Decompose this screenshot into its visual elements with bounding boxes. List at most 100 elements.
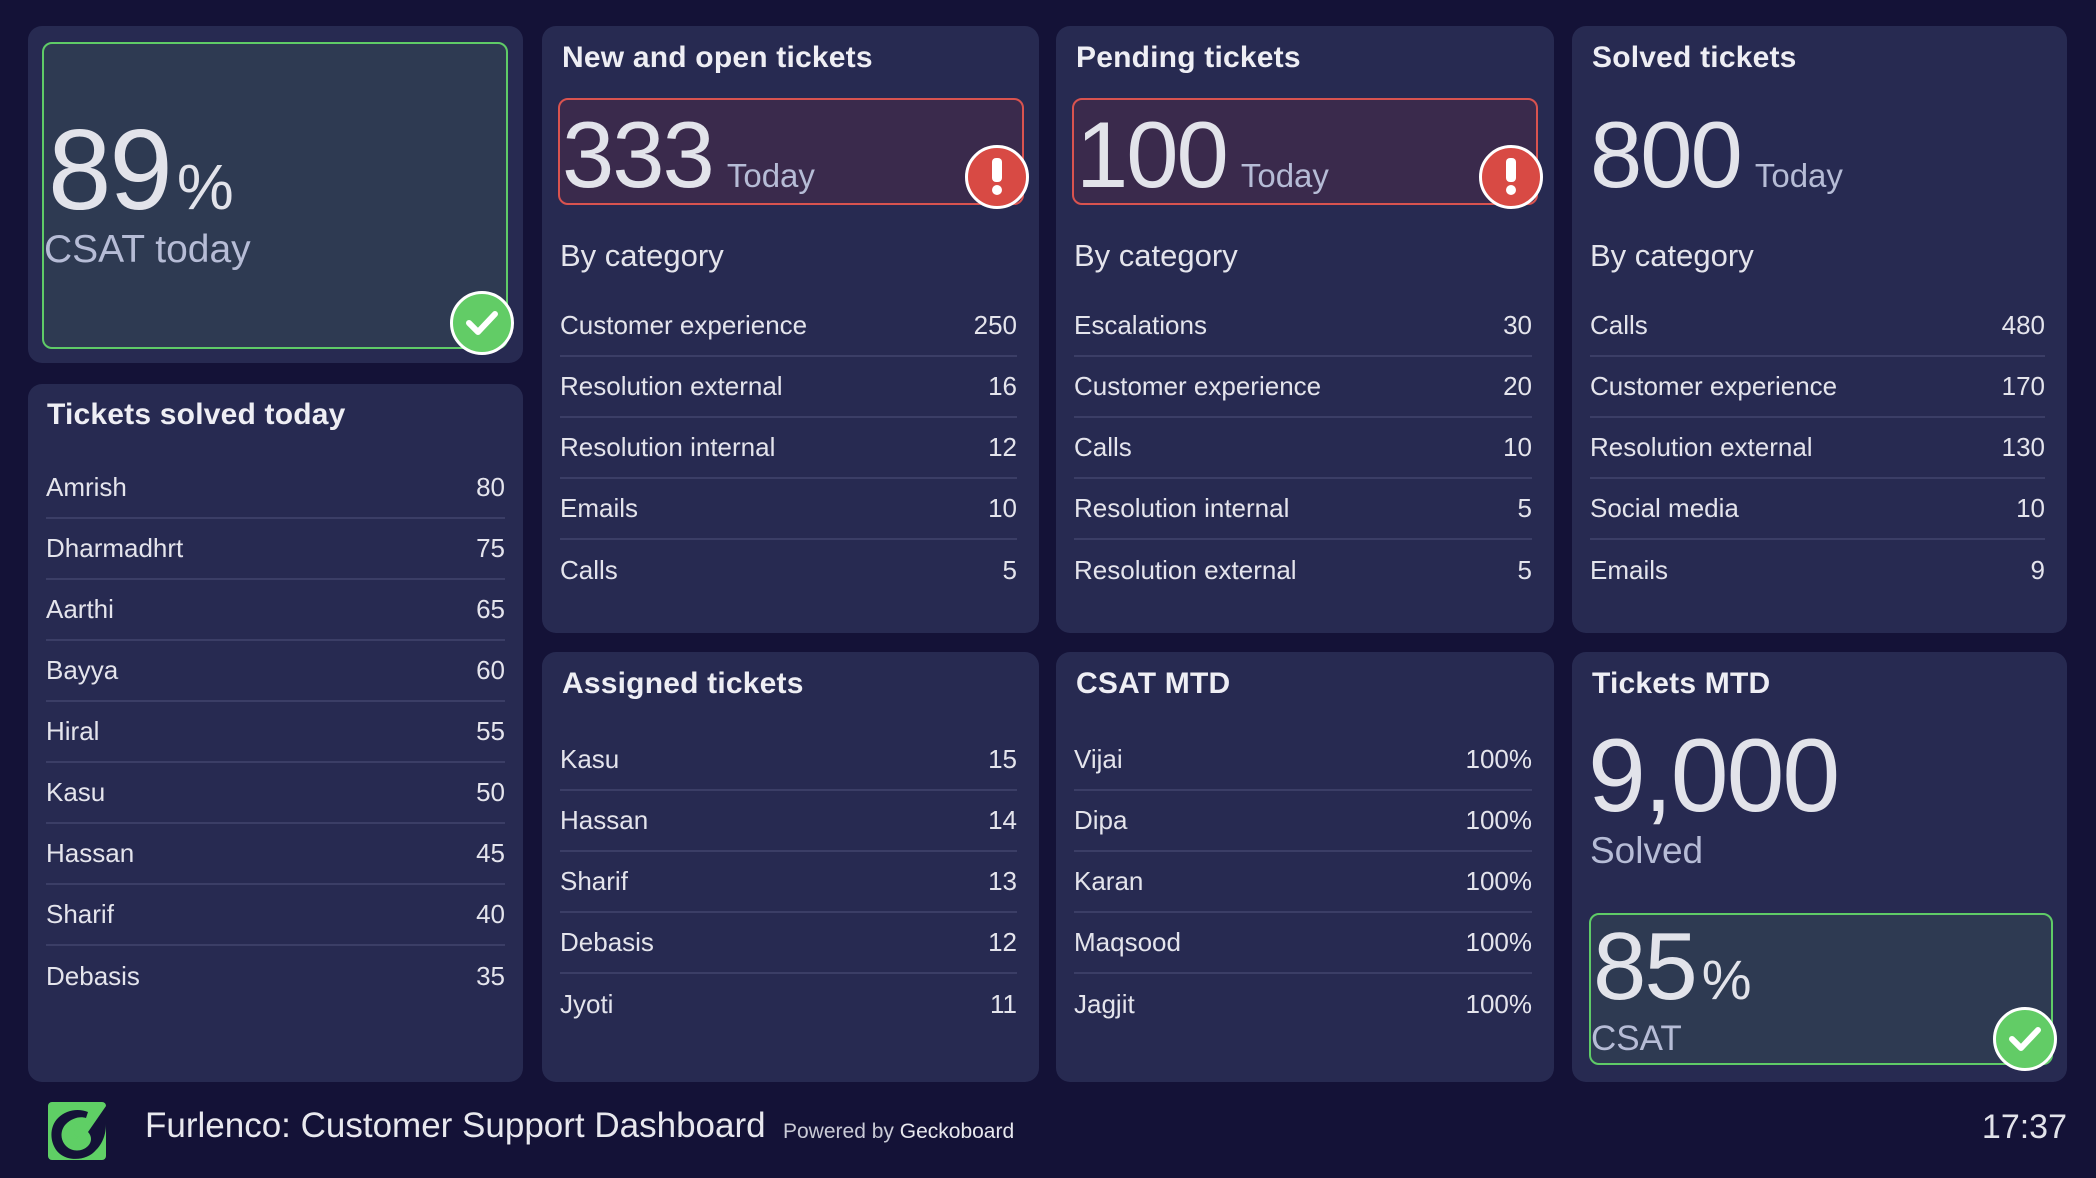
card-title: Tickets MTD bbox=[1592, 667, 1771, 700]
row-label: Debasis bbox=[560, 927, 654, 957]
pending-status-box: 100 Today bbox=[1072, 98, 1538, 205]
row-label: Hassan bbox=[560, 805, 649, 835]
list-row: Dipa 100% bbox=[1074, 791, 1532, 852]
card-title: Tickets solved today bbox=[47, 398, 346, 431]
list-row: Customer experience 170 bbox=[1590, 357, 2045, 418]
csat-today-value: 89% bbox=[48, 114, 234, 228]
row-value: 12 bbox=[988, 432, 1017, 462]
new-open-number: 333 bbox=[562, 102, 715, 207]
row-label: Hassan bbox=[46, 838, 135, 868]
row-label: Social media bbox=[1590, 493, 1739, 523]
row-label: Customer experience bbox=[1074, 371, 1322, 401]
check-icon bbox=[1993, 1007, 2057, 1071]
list-row: Emails 9 bbox=[1590, 540, 2045, 601]
row-label: Karan bbox=[1074, 866, 1144, 896]
new-open-tickets-card: New and open tickets 333 Today By categor… bbox=[542, 26, 1039, 633]
pending-number: 100 bbox=[1076, 102, 1229, 207]
list-row: Resolution external 16 bbox=[560, 357, 1017, 418]
tickets-mtd-value: 9,000 bbox=[1588, 718, 1840, 834]
solved-category-list: Calls 480 Customer experience 170 Resolution… bbox=[1590, 296, 2045, 601]
row-value: 14 bbox=[988, 805, 1017, 835]
list-row: Dharmadhrt 75 bbox=[46, 519, 505, 580]
list-row: Resolution internal 12 bbox=[560, 418, 1017, 479]
tickets-mtd-caption: Solved bbox=[1590, 830, 1704, 871]
row-value: 9 bbox=[2030, 555, 2045, 585]
alert-icon bbox=[965, 145, 1029, 209]
list-row: Maqsood 100% bbox=[1074, 913, 1532, 974]
furlenco-logo-icon bbox=[48, 1102, 106, 1160]
dashboard-title: Furlenco: Customer Support Dashboard bbox=[145, 1106, 766, 1145]
card-title: CSAT MTD bbox=[1076, 667, 1231, 700]
row-value: 100% bbox=[1465, 744, 1533, 774]
row-label: Resolution internal bbox=[1074, 493, 1290, 523]
tickets-mtd-csat-value: 85% bbox=[1593, 919, 1752, 1015]
list-row: Hassan 14 bbox=[560, 791, 1017, 852]
row-value: 100% bbox=[1465, 866, 1533, 896]
row-label: Maqsood bbox=[1074, 927, 1181, 957]
card-title: New and open tickets bbox=[562, 41, 873, 74]
row-label: Resolution internal bbox=[560, 432, 776, 462]
new-open-category-list: Customer experience 250 Resolution externa… bbox=[560, 296, 1017, 601]
csat-today-card: 89% CSAT today bbox=[28, 26, 523, 363]
list-row: Hassan 45 bbox=[46, 824, 505, 885]
row-label: Bayya bbox=[46, 655, 119, 685]
row-label: Resolution external bbox=[1074, 555, 1297, 585]
list-row: Sharif 13 bbox=[560, 852, 1017, 913]
list-row: Debasis 35 bbox=[46, 946, 505, 1007]
powered-by-brand[interactable]: Geckoboard bbox=[900, 1120, 1014, 1143]
tickets-mtd-csat-caption: CSAT bbox=[1591, 1019, 1682, 1058]
row-value: 40 bbox=[476, 899, 505, 929]
new-open-value: 333 Today bbox=[562, 108, 815, 202]
row-value: 80 bbox=[476, 472, 505, 502]
solved-number: 800 bbox=[1590, 102, 1743, 207]
csat-today-number: 89 bbox=[48, 107, 173, 234]
powered-by: Powered by Geckoboard bbox=[783, 1120, 1014, 1144]
row-label: Debasis bbox=[46, 961, 140, 991]
row-label: Hiral bbox=[46, 716, 100, 746]
pending-category-list: Escalations 30 Customer experience 20 Calls 1… bbox=[1074, 296, 1532, 601]
list-row: Vijai 100% bbox=[1074, 730, 1532, 791]
solved-tickets-card: Solved tickets 800 Today By category Call… bbox=[1572, 26, 2067, 633]
row-label: Emails bbox=[1590, 555, 1669, 585]
row-value: 5 bbox=[1002, 555, 1017, 585]
list-row: Jyoti 11 bbox=[560, 974, 1017, 1035]
row-label: Escalations bbox=[1074, 310, 1207, 340]
clock: 17:37 bbox=[1981, 1108, 2067, 1146]
row-value: 13 bbox=[988, 866, 1017, 896]
list-row: Calls 5 bbox=[560, 540, 1017, 601]
new-open-status-box: 333 Today bbox=[558, 98, 1024, 205]
row-value: 100% bbox=[1465, 927, 1533, 957]
row-value: 30 bbox=[1503, 310, 1532, 340]
row-label: Kasu bbox=[560, 744, 620, 774]
row-label: Kasu bbox=[46, 777, 106, 807]
list-row: Aarthi 65 bbox=[46, 580, 505, 641]
solved-value: 800 Today bbox=[1590, 108, 1843, 202]
by-category-label: By category bbox=[1074, 238, 1238, 273]
list-row: Calls 10 bbox=[1074, 418, 1532, 479]
list-row: Emails 10 bbox=[560, 479, 1017, 540]
csat-mtd-card: CSAT MTD Vijai 100% Dipa 100% Karan 100% Maqso… bbox=[1056, 652, 1554, 1082]
row-label: Sharif bbox=[560, 866, 628, 896]
assigned-tickets-list: Kasu 15 Hassan 14 Sharif 13 Debasis 12 Jyoti 11 bbox=[560, 730, 1017, 1035]
row-value: 5 bbox=[1517, 493, 1532, 523]
row-value: 100% bbox=[1465, 989, 1533, 1019]
assigned-tickets-card: Assigned tickets Kasu 15 Hassan 14 Sharif 13 D… bbox=[542, 652, 1039, 1082]
tickets-mtd-csat-number: 85 bbox=[1593, 913, 1698, 1020]
row-value: 75 bbox=[476, 533, 505, 563]
row-value: 15 bbox=[988, 744, 1017, 774]
row-value: 45 bbox=[476, 838, 505, 868]
list-row: Resolution external 5 bbox=[1074, 540, 1532, 601]
row-value: 10 bbox=[988, 493, 1017, 523]
card-title: Solved tickets bbox=[1592, 41, 1797, 74]
list-row: Debasis 12 bbox=[560, 913, 1017, 974]
list-row: Hiral 55 bbox=[46, 702, 505, 763]
row-value: 250 bbox=[973, 310, 1017, 340]
row-label: Amrish bbox=[46, 472, 127, 502]
card-title: Pending tickets bbox=[1076, 41, 1301, 74]
row-value: 10 bbox=[1503, 432, 1532, 462]
list-row: Social media 10 bbox=[1590, 479, 2045, 540]
tickets-mtd-csat-status-box: 85% CSAT bbox=[1589, 913, 2053, 1065]
row-label: Calls bbox=[1590, 310, 1648, 340]
by-category-label: By category bbox=[560, 238, 724, 273]
row-label: Sharif bbox=[46, 899, 114, 929]
